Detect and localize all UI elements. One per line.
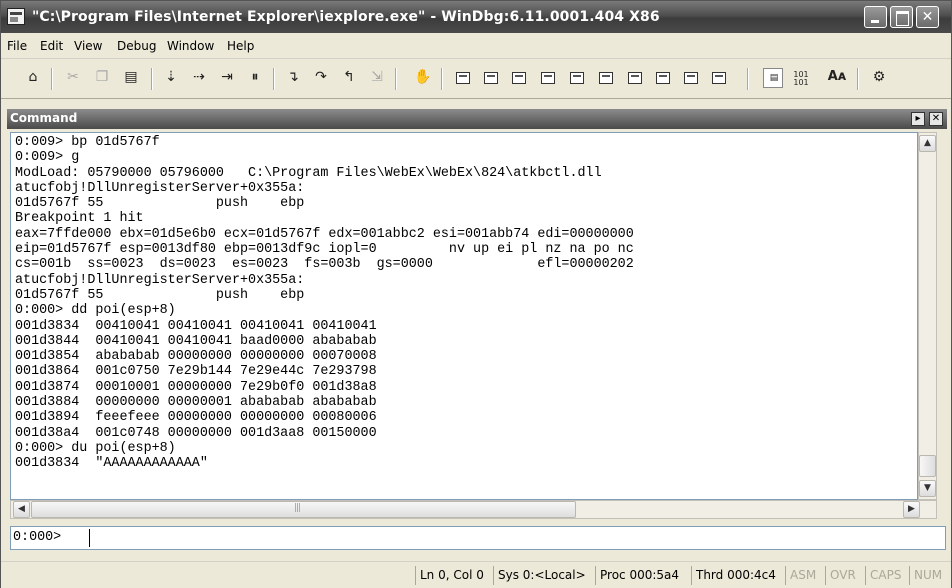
window-title: "C:\Program Files\Internet Explorer\iexp…	[32, 9, 660, 25]
break-icon[interactable]: ⏸	[245, 68, 265, 88]
status-asm: ASM	[785, 566, 816, 585]
menu-window[interactable]: Window	[167, 39, 214, 53]
command-window-header: Command ▸ ✕	[7, 109, 947, 129]
close-pane-icon[interactable]: ✕	[929, 112, 943, 126]
status-ovr: OVR	[825, 566, 856, 585]
output-line: eip=01d5767f esp=0013df80 ebp=0013df9c i…	[15, 242, 634, 258]
watch-window-icon[interactable]	[481, 68, 501, 88]
output-line: 001d3874 00010001 00000000 7e29b0f0 001d…	[15, 379, 377, 395]
output-line: 001d3844 00410041 00410041 baad0000 abab…	[15, 333, 377, 349]
vertical-scroll-thumb[interactable]	[919, 455, 936, 477]
output-line: 001d3884 00000000 00000001 abababab abab…	[15, 395, 377, 411]
step-over-icon[interactable]: ↷	[311, 68, 331, 88]
scroll-up-icon[interactable]: ▲	[919, 135, 936, 152]
output-line: 001d3894 feeefeee 00000000 00000000 0008…	[15, 410, 377, 426]
command-prompt: 0:000>	[13, 530, 62, 545]
restart-icon[interactable]: ⇢	[189, 68, 209, 88]
title-bar[interactable]: "C:\Program Files\Internet Explorer\iexp…	[1, 1, 951, 33]
toolbar-separator	[51, 68, 53, 90]
output-line: 001d3834 "AAAAAAAAAAAA"	[15, 456, 208, 472]
output-line: 0:000> du poi(esp+8)	[15, 440, 176, 456]
command-output[interactable]: 0:009> bp 01d5767f 0:009> g ModLoad: 05790…	[10, 132, 918, 500]
cut-icon[interactable]: ✂	[63, 68, 83, 88]
output-line: 0:000> dd poi(esp+8)	[15, 303, 176, 319]
status-process: Proc 000:5a4	[595, 566, 679, 585]
maximize-icon[interactable]	[890, 6, 913, 28]
status-position: Ln 0, Col 0	[415, 566, 484, 585]
scroll-left-icon[interactable]: ◀	[13, 501, 30, 518]
call-stack-window-icon[interactable]	[596, 68, 616, 88]
toolbar: ⌂ ✂ ❐ ▤ ⇣ ⇢ ⇥ ⏸ ↴ ↷ ↰ ⇲ ✋ ▤ 101 101 Aᴀ ⚙	[1, 59, 951, 99]
source-mode-icon[interactable]	[709, 68, 729, 88]
horizontal-scroll-thumb[interactable]	[31, 501, 576, 518]
windbg-app-icon[interactable]	[7, 8, 25, 25]
font-icon[interactable]: 101 101	[791, 68, 811, 88]
command-line: 0:000>	[10, 526, 946, 550]
output-line: 001d3834 00410041 00410041 00410041 0041…	[15, 318, 377, 334]
status-system: Sys 0:<Local>	[493, 566, 586, 585]
menu-view[interactable]: View	[74, 39, 102, 53]
run-to-cursor-icon[interactable]: ⇲	[367, 68, 387, 88]
output-line: Breakpoint 1 hit	[15, 211, 144, 227]
menu-file[interactable]: File	[7, 39, 27, 53]
output-line: 001d3864 001c0750 7e29b144 7e29e44c 7e29…	[15, 364, 377, 380]
output-line: 0:009> bp 01d5767f	[15, 135, 160, 150]
output-line: 0:009> g	[15, 150, 80, 166]
locals-window-icon[interactable]	[509, 68, 529, 88]
toolbar-separator	[747, 68, 749, 90]
dock-menu-icon[interactable]: ▸	[911, 112, 925, 126]
status-bar: Ln 0, Col 0 Sys 0:<Local> Proc 000:5a4 T…	[1, 561, 951, 588]
output-line: 01d5767f 55 push ebp	[15, 287, 305, 303]
output-line: ModLoad: 05790000 05796000 C:\Program Fi…	[15, 165, 602, 181]
output-line: 001d3854 abababab 00000000 00000000 0007…	[15, 349, 377, 365]
output-line: atucfobj!DllUnregisterServer+0x355a:	[15, 272, 305, 288]
menu-edit[interactable]: Edit	[40, 39, 63, 53]
options-icon[interactable]: ⚙	[869, 68, 889, 88]
status-caps: CAPS	[865, 566, 901, 585]
toolbar-separator	[395, 68, 397, 90]
scroll-right-icon[interactable]: ▶	[903, 501, 920, 518]
command-window-title: Command	[10, 111, 78, 125]
scratch-pad-icon[interactable]	[653, 68, 673, 88]
scroll-down-icon[interactable]: ▼	[919, 480, 936, 497]
output-line: cs=001b ss=0023 ds=0023 es=0023 fs=003b …	[15, 257, 634, 273]
processes-threads-icon[interactable]	[681, 68, 701, 88]
toolbar-separator	[441, 68, 443, 90]
paste-icon[interactable]: ▤	[121, 68, 141, 88]
status-thread: Thrd 000:4c4	[691, 566, 776, 585]
minimize-icon[interactable]	[864, 6, 887, 28]
command-window-icon[interactable]	[453, 68, 473, 88]
vertical-scrollbar[interactable]: ▲ ▼	[918, 132, 937, 500]
menu-debug[interactable]: Debug	[117, 39, 156, 53]
stop-debugging-icon[interactable]: ⇥	[217, 68, 237, 88]
toolbar-separator	[857, 68, 859, 90]
toolbar-separator	[151, 68, 153, 90]
menu-bar: File Edit View Debug Window Help	[1, 33, 951, 59]
horizontal-scrollbar[interactable]: ◀ ▶	[10, 500, 937, 519]
insert-breakpoint-icon[interactable]: ✋	[413, 68, 433, 88]
go-icon[interactable]: ⇣	[161, 68, 181, 88]
windbg-window: "C:\Program Files\Internet Explorer\iexp…	[0, 0, 952, 588]
status-num: NUM	[909, 566, 942, 585]
registers-window-icon[interactable]	[538, 68, 558, 88]
memory-window-icon[interactable]	[567, 68, 587, 88]
output-line: 001d38a4 001c0748 00000000 001d3aa8 0015…	[15, 425, 377, 441]
disassembly-window-icon[interactable]	[625, 68, 645, 88]
copy-icon[interactable]: ❐	[92, 68, 112, 88]
options-icon[interactable]: Aᴀ	[827, 68, 847, 88]
menu-help[interactable]: Help	[227, 39, 254, 53]
toolbar-separator	[273, 68, 275, 90]
step-into-icon[interactable]: ↴	[283, 68, 303, 88]
hex-mode-icon[interactable]: ▤	[763, 68, 783, 88]
step-out-icon[interactable]: ↰	[339, 68, 359, 88]
output-line: eax=7ffde000 ebx=01d5e6b0 ecx=01d5767f e…	[15, 226, 634, 242]
close-icon[interactable]: ✕	[916, 6, 939, 28]
command-input[interactable]	[89, 529, 939, 547]
output-line: 01d5767f 55 push ebp	[15, 196, 305, 212]
open-file-icon[interactable]: ⌂	[23, 68, 43, 88]
command-output-text: 0:009> bp 01d5767f 0:009> g ModLoad: 05790…	[15, 135, 634, 472]
output-line: atucfobj!DllUnregisterServer+0x355a:	[15, 180, 305, 196]
